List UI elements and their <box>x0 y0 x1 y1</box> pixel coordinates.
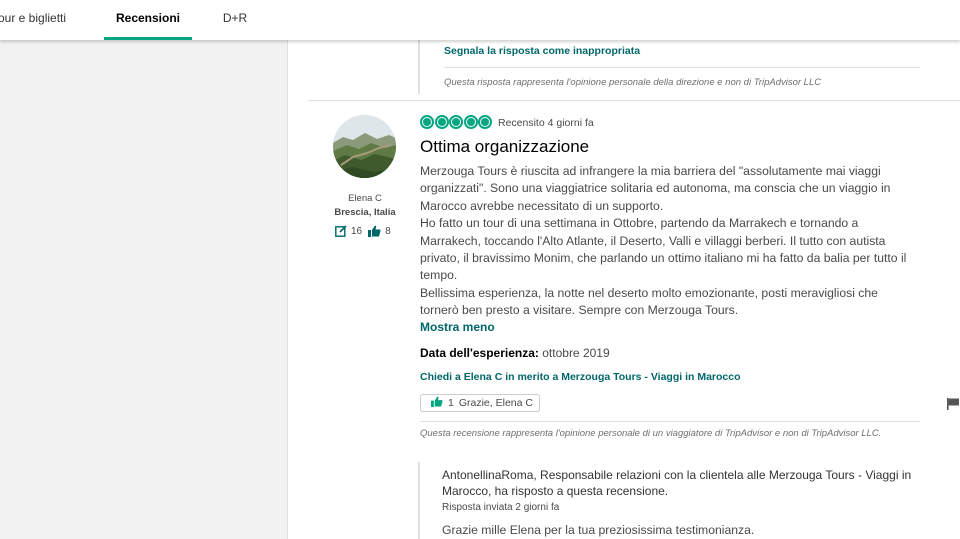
helpful-votes-count: 8 <box>385 225 391 237</box>
review-date: Recensito 4 giorni fa <box>498 117 594 129</box>
tab-reviews[interactable]: Recensioni <box>104 0 192 40</box>
review-tabs: Tour e biglietti Recensioni D+R <box>0 0 960 40</box>
thanks-label: Grazie, Elena C <box>458 397 533 409</box>
rating-bubble-icon <box>420 115 434 129</box>
divider <box>444 67 920 68</box>
experience-date: Data dell'esperienza: ottobre 2019 <box>420 346 610 360</box>
divider <box>420 421 920 422</box>
ask-reviewer-link[interactable]: Chiedi a Elena C in merito a Merzouga To… <box>420 371 741 383</box>
thanks-button[interactable]: 1 Grazie, Elena C <box>420 394 540 412</box>
rating-bubble-icon <box>434 115 449 129</box>
reply-disclaimer: Questa risposta rappresenta l'opinione p… <box>444 77 822 88</box>
tab-qa[interactable]: D+R <box>210 0 260 40</box>
review-title[interactable]: Ottima organizzazione <box>420 137 589 157</box>
experience-date-label: Data dell'esperienza: <box>420 346 539 360</box>
review-body: Merzouga Tours è riuscita ad infrangere … <box>420 163 915 320</box>
owner-reply: AntonellinaRoma, Responsabile relazioni … <box>418 462 928 539</box>
show-less-link[interactable]: Mostra meno <box>420 320 495 334</box>
rating-bubbles <box>420 115 493 129</box>
review-divider <box>308 100 960 101</box>
rating-bubble-icon <box>463 115 478 129</box>
review-paragraph: Bellissima esperienza, la notte nel dese… <box>420 285 878 318</box>
thumbs-up-icon <box>368 225 381 237</box>
reviewer-location: Brescia, Italia <box>334 207 396 218</box>
experience-date-value: ottobre 2019 <box>542 346 610 360</box>
left-sidebar <box>0 40 288 539</box>
rating-bubble-icon <box>449 115 463 129</box>
tab-tours-tickets[interactable]: Tour e biglietti <box>0 0 82 40</box>
avatar[interactable] <box>333 115 396 178</box>
edit-review-icon <box>335 225 347 237</box>
review-paragraph: Merzouga Tours è riuscita ad infrangere … <box>420 164 891 213</box>
reviewer-name[interactable]: Elena C <box>330 193 400 204</box>
review-paragraph: Ho fatto un tour di una settimana in Ott… <box>420 216 907 283</box>
thanks-count: 1 <box>448 397 454 409</box>
contributions-count: 16 <box>351 225 363 237</box>
reply-date: Risposta inviata 2 giorni fa <box>442 502 560 513</box>
reply-header: AntonellinaRoma, Responsabile relazioni … <box>442 468 912 498</box>
previous-owner-reply: Segnala la risposta come inappropriata Q… <box>418 40 920 94</box>
review-disclaimer: Questa recensione rappresenta l'opinione… <box>420 428 882 439</box>
report-flag-icon[interactable] <box>947 397 960 415</box>
rating-bubble-icon <box>478 115 492 129</box>
reviewer-stats: 16 8 <box>335 224 397 238</box>
report-reply-link[interactable]: Segnala la risposta come inappropriata <box>444 45 640 57</box>
reply-text: Grazie mille Elena per la tua preziosiss… <box>442 523 755 537</box>
avatar-landscape-image <box>333 115 396 178</box>
thumbs-up-icon <box>431 396 448 410</box>
